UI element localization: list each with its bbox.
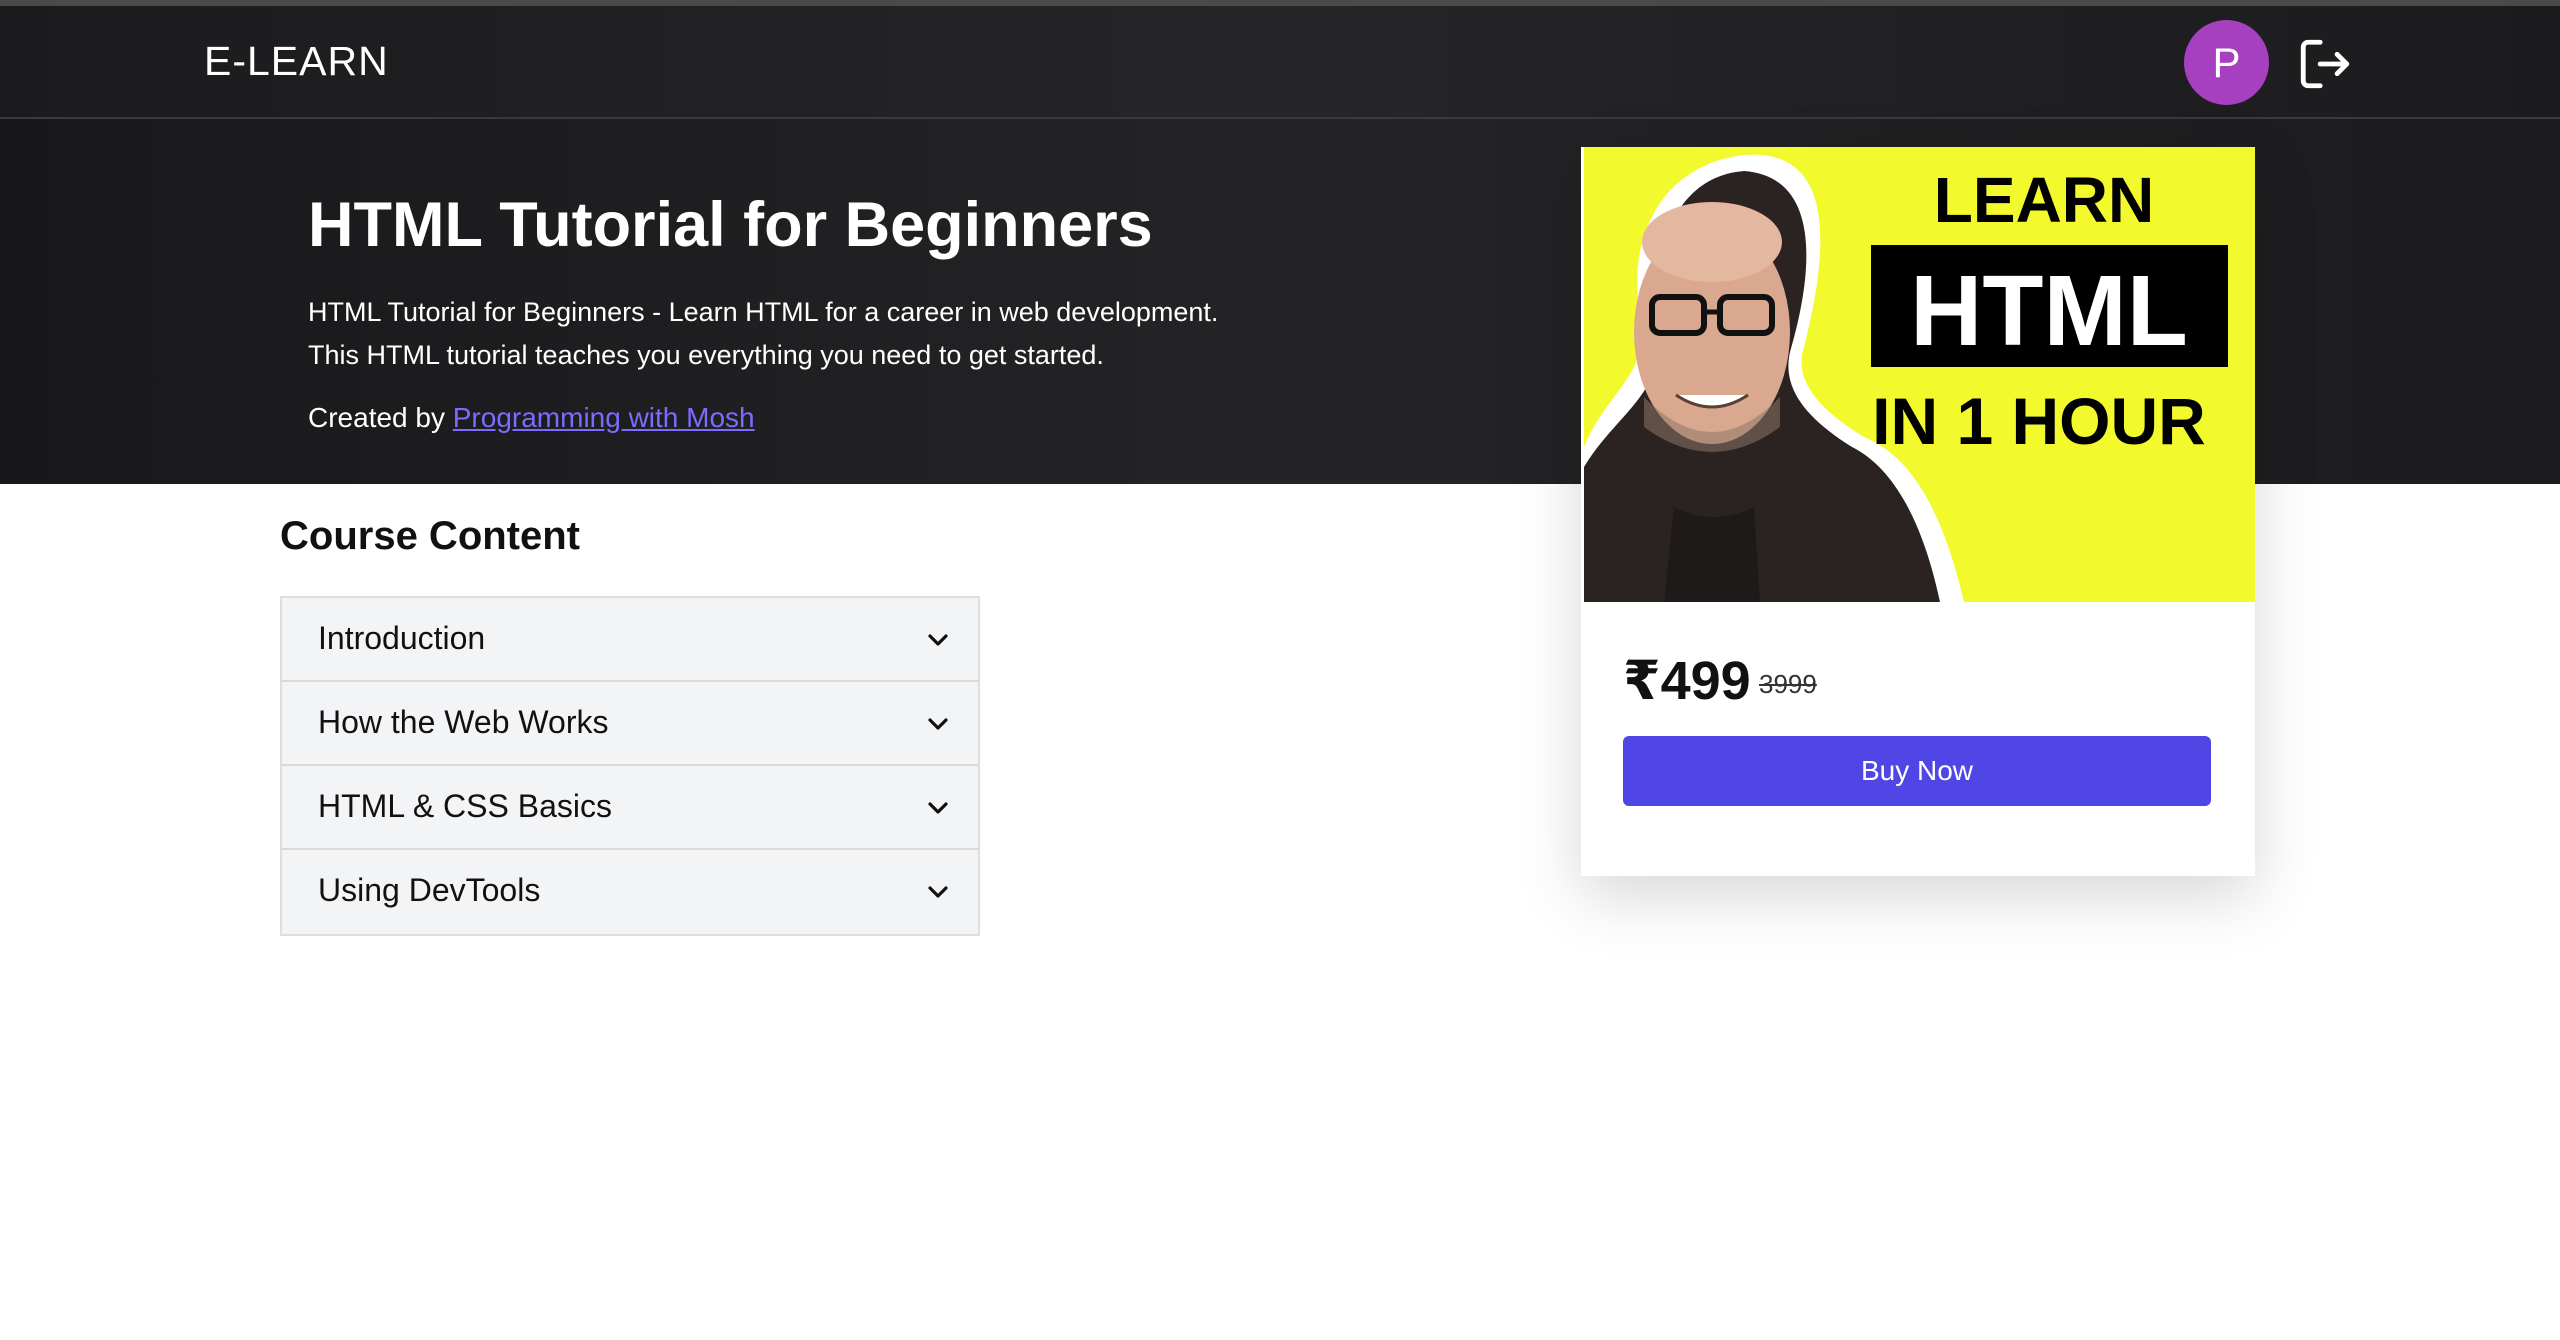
purchase-card: LEARN HTML IN 1 HOUR ₹499 3999 Buy Now (1581, 147, 2255, 876)
chevron-down-icon (928, 634, 948, 646)
course-thumbnail-image: LEARN HTML IN 1 HOUR (1584, 147, 2255, 602)
author-link[interactable]: Programming with Mosh (453, 402, 755, 433)
brand-logo[interactable]: E-LEARN (204, 38, 389, 85)
buy-now-button[interactable]: Buy Now (1623, 736, 2211, 806)
accordion-item-introduction[interactable]: Introduction (282, 598, 978, 682)
user-avatar[interactable]: P (2184, 20, 2269, 105)
accordion-item-using-devtools[interactable]: Using DevTools (282, 850, 978, 934)
thumbnail-text-html: HTML (1910, 255, 2188, 367)
course-content-accordion: Introduction How the Web Works HTML & CS… (280, 596, 980, 936)
chevron-down-icon (928, 802, 948, 814)
course-title: HTML Tutorial for Beginners (308, 190, 1153, 260)
accordion-item-html-css-basics[interactable]: HTML & CSS Basics (282, 766, 978, 850)
chevron-down-icon (928, 718, 948, 730)
accordion-item-label: How the Web Works (318, 704, 609, 740)
accordion-item-label: Introduction (318, 620, 486, 656)
original-price: 3999 (1759, 669, 1817, 699)
logout-icon[interactable] (2296, 35, 2354, 93)
chevron-down-icon (928, 886, 948, 898)
course-description-line: This HTML tutorial teaches you everythin… (308, 340, 1104, 370)
course-content-heading: Course Content (280, 514, 580, 558)
accordion-item-label: Using DevTools (318, 872, 541, 908)
course-description-line: HTML Tutorial for Beginners - Learn HTML… (308, 297, 1219, 327)
course-thumbnail: LEARN HTML IN 1 HOUR (1584, 147, 2255, 602)
navbar: E-LEARN P (0, 6, 2560, 119)
created-by-label: Created by (308, 402, 445, 433)
accordion-item-how-the-web-works[interactable]: How the Web Works (282, 682, 978, 766)
thumbnail-text-hour: IN 1 HOUR (1872, 384, 2206, 458)
created-by: Created by Programming with Mosh (308, 402, 755, 434)
accordion-item-label: HTML & CSS Basics (318, 788, 612, 824)
course-description: HTML Tutorial for Beginners - Learn HTML… (308, 291, 1218, 377)
price: ₹499 (1623, 651, 1751, 711)
thumbnail-text-learn: LEARN (1934, 164, 2154, 236)
